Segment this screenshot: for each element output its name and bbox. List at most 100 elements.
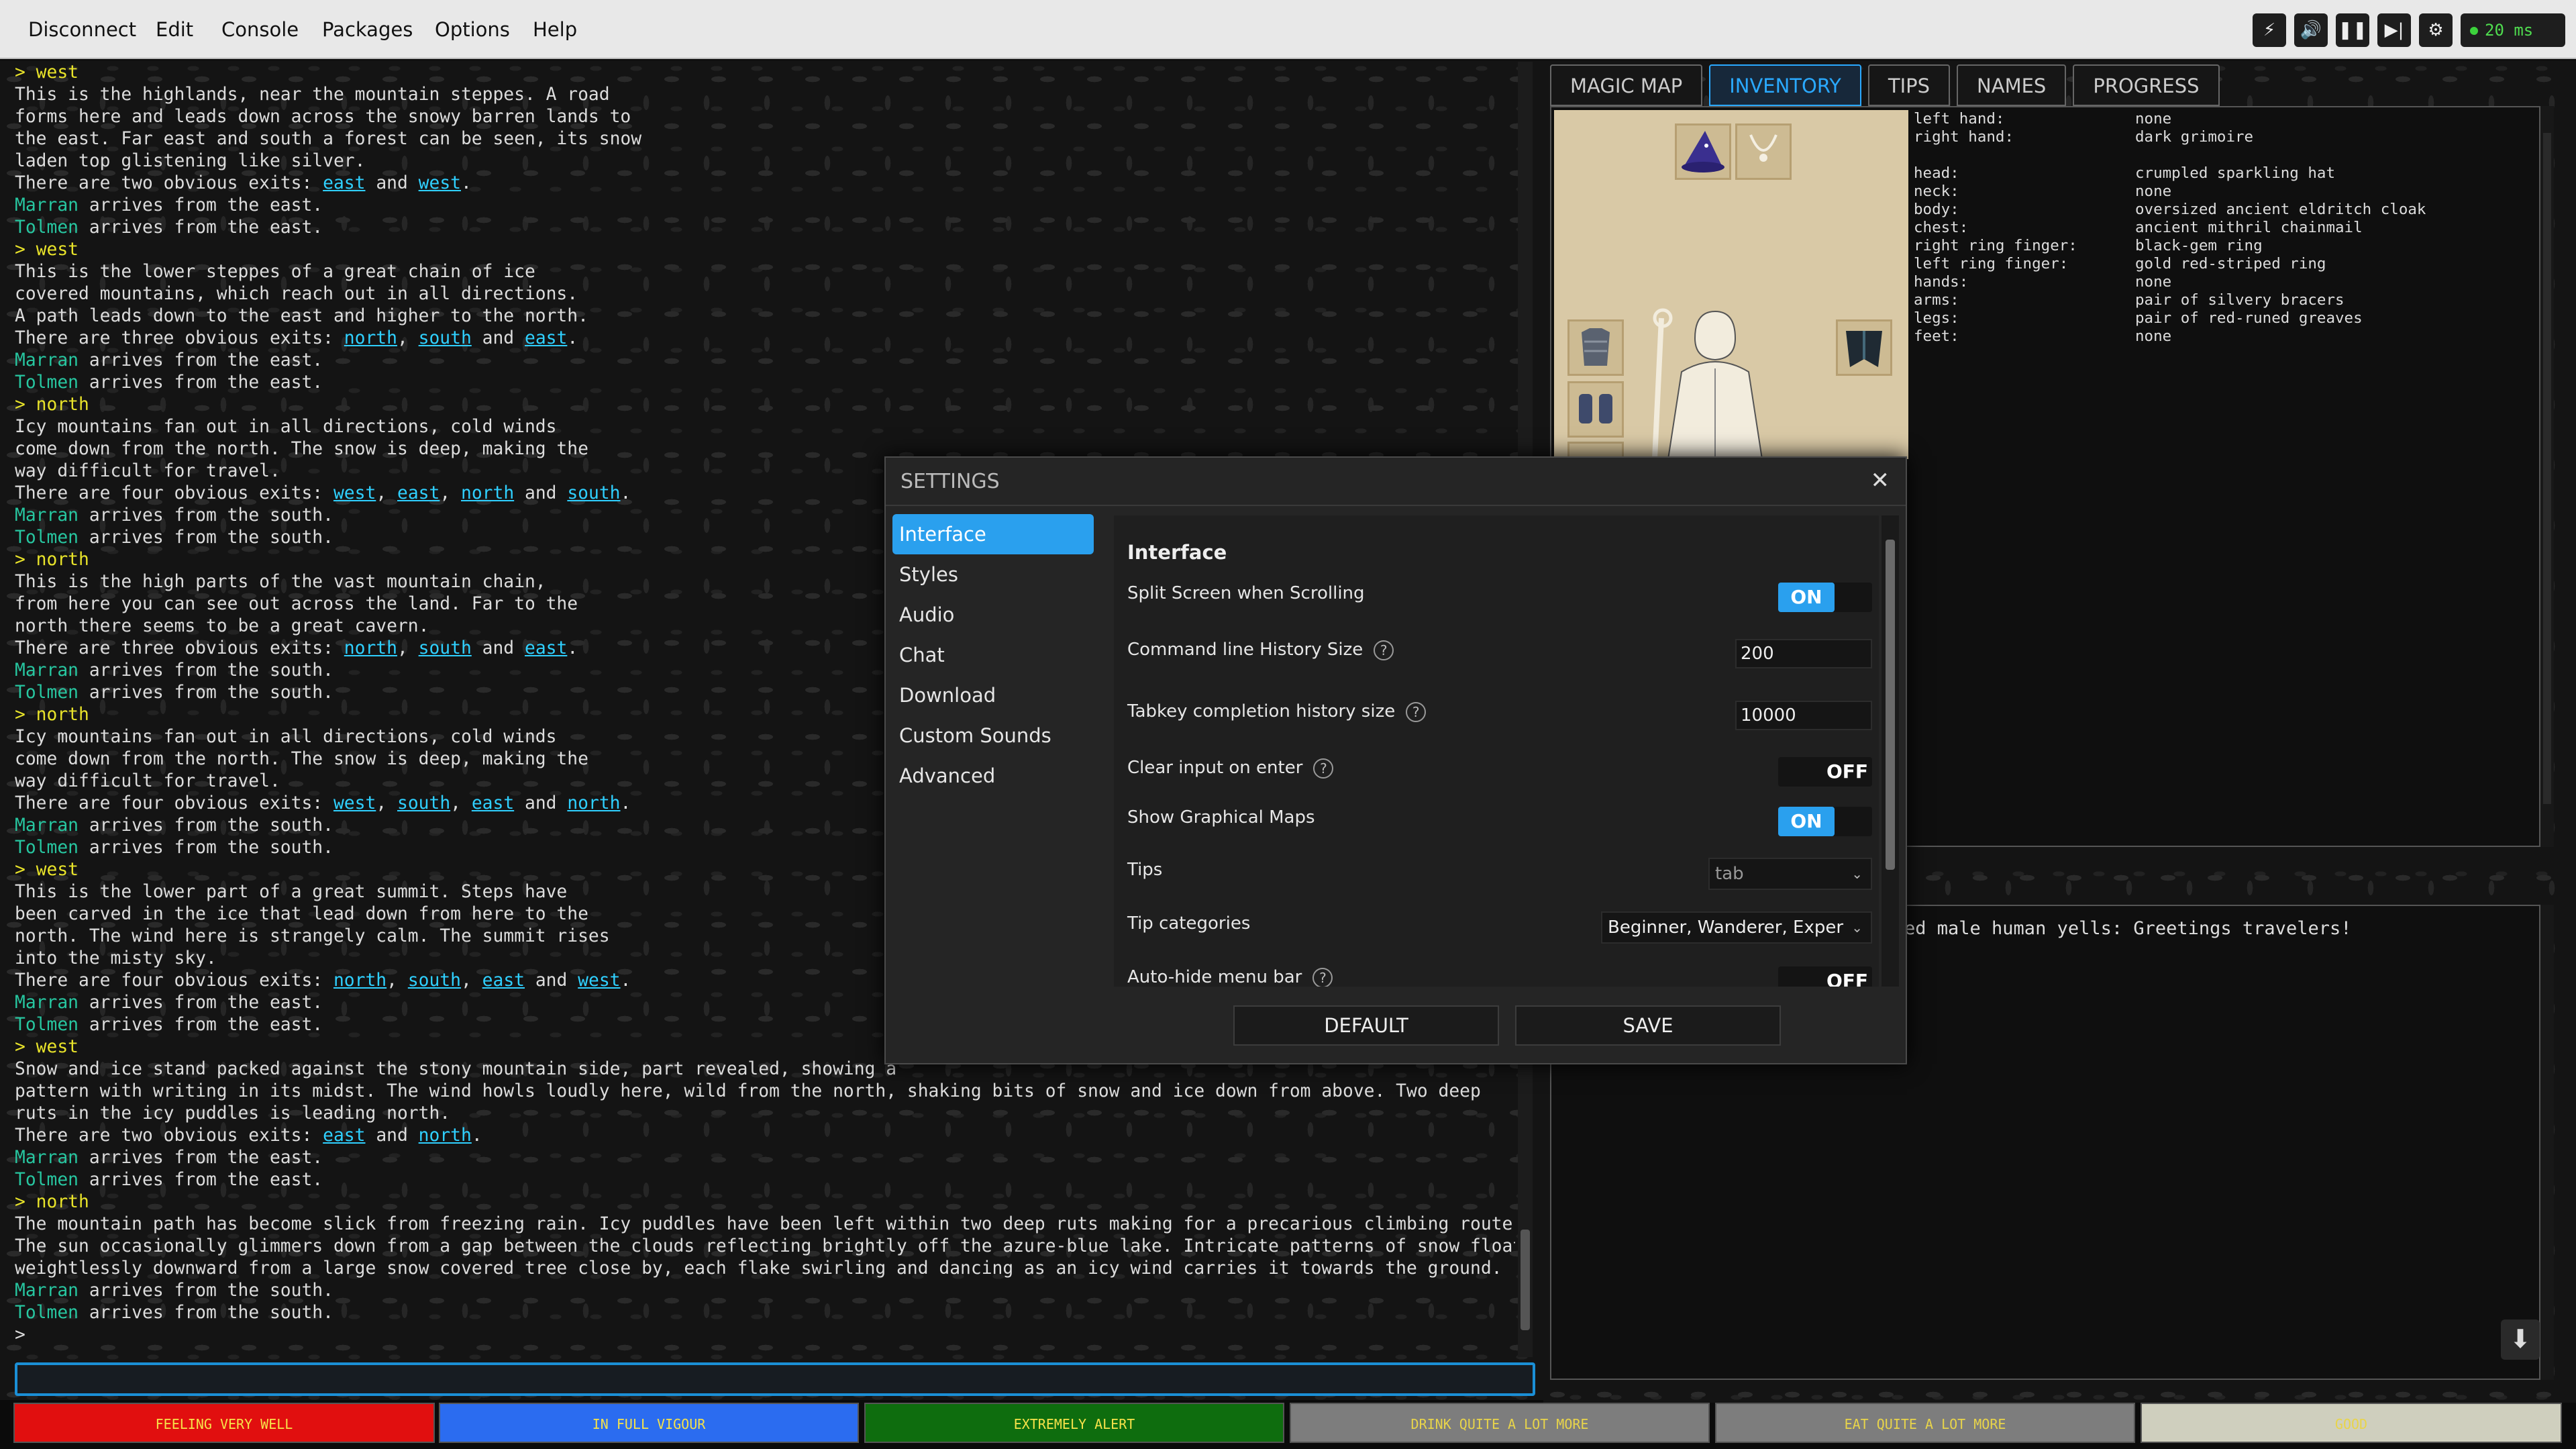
- clear-input-toggle[interactable]: OFF: [1778, 757, 1872, 787]
- tip-categories-select[interactable]: Beginner, Wanderer, Exper ⌄: [1601, 911, 1872, 944]
- exit-link[interactable]: north: [567, 793, 620, 813]
- equipment-row: neck: none: [1914, 183, 2426, 201]
- player-name[interactable]: Tolmen: [15, 528, 79, 548]
- menu-disconnect[interactable]: Disconnect: [28, 0, 136, 59]
- neck-slot[interactable]: [1735, 123, 1792, 180]
- player-name[interactable]: Marran: [15, 1281, 79, 1301]
- chest-slot[interactable]: [1567, 319, 1624, 376]
- scrollbar-thumb[interactable]: [1886, 540, 1895, 870]
- arms-slot[interactable]: [1567, 381, 1624, 438]
- menu-edit[interactable]: Edit: [156, 0, 193, 59]
- player-name[interactable]: Marran: [15, 505, 79, 526]
- pause-icon[interactable]: ❚❚: [2336, 13, 2369, 47]
- inventory-scrollbar[interactable]: [2540, 106, 2554, 847]
- setting-label: Tabkey completion history size?: [1127, 691, 1427, 732]
- output-text: arrives from the east.: [79, 217, 323, 238]
- tips-select[interactable]: tab ⌄: [1708, 858, 1872, 890]
- close-icon[interactable]: ✕: [1871, 467, 1890, 494]
- save-button[interactable]: SAVE: [1515, 1005, 1781, 1046]
- exit-link[interactable]: west: [333, 793, 376, 813]
- player-name[interactable]: Tolmen: [15, 1015, 79, 1035]
- exit-link[interactable]: east: [472, 793, 514, 813]
- toggle-state: ON: [1778, 583, 1835, 612]
- category-advanced[interactable]: Advanced: [892, 756, 1094, 796]
- equipment-item: none: [2135, 328, 2172, 345]
- command-input[interactable]: [15, 1362, 1535, 1396]
- exit-link[interactable]: south: [397, 793, 450, 813]
- category-download[interactable]: Download: [892, 675, 1094, 715]
- player-name[interactable]: Marran: [15, 350, 79, 370]
- category-styles[interactable]: Styles: [892, 554, 1094, 595]
- exit-link[interactable]: south: [567, 483, 620, 503]
- player-name[interactable]: Tolmen: [15, 372, 79, 393]
- exit-link[interactable]: east: [525, 328, 567, 348]
- category-interface[interactable]: Interface: [892, 514, 1094, 554]
- help-icon[interactable]: ?: [1313, 758, 1334, 779]
- tab-magic-map[interactable]: MAGIC MAP: [1550, 64, 1703, 106]
- equipment-slot-label: left hand:: [1914, 110, 2005, 128]
- exit-link[interactable]: south: [419, 328, 472, 348]
- player-name[interactable]: Marran: [15, 195, 79, 215]
- player-name[interactable]: Tolmen: [15, 838, 79, 858]
- head-slot[interactable]: [1675, 123, 1731, 180]
- help-icon[interactable]: ?: [1406, 701, 1427, 722]
- exit-link[interactable]: west: [333, 483, 376, 503]
- help-icon[interactable]: ?: [1374, 640, 1394, 660]
- tabkey-history-field[interactable]: 10000: [1735, 701, 1872, 730]
- output-line: > north: [15, 1191, 1515, 1213]
- exit-link[interactable]: east: [397, 483, 440, 503]
- scrollbar-thumb[interactable]: [1521, 1230, 1530, 1330]
- category-chat[interactable]: Chat: [892, 635, 1094, 675]
- player-name[interactable]: Tolmen: [15, 683, 79, 703]
- exit-link[interactable]: east: [323, 1126, 365, 1146]
- player-name[interactable]: Marran: [15, 815, 79, 836]
- player-name[interactable]: Marran: [15, 993, 79, 1013]
- exit-link[interactable]: north: [419, 1126, 472, 1146]
- player-name[interactable]: Marran: [15, 660, 79, 681]
- player-name[interactable]: Tolmen: [15, 1170, 79, 1190]
- output-line: Icy mountains fan out in all directions,…: [15, 416, 1515, 438]
- menu-help[interactable]: Help: [533, 0, 577, 59]
- player-name[interactable]: Marran: [15, 1148, 79, 1168]
- exit-link[interactable]: east: [525, 638, 567, 658]
- tab-inventory[interactable]: INVENTORY: [1709, 64, 1861, 106]
- output-text: way difficult for travel.: [15, 461, 280, 481]
- exit-link[interactable]: north: [333, 970, 387, 991]
- history-size-field[interactable]: 200: [1735, 639, 1872, 668]
- speaker-icon[interactable]: 🔊: [2294, 13, 2328, 47]
- category-audio[interactable]: Audio: [892, 595, 1094, 635]
- exit-link[interactable]: east: [323, 173, 365, 193]
- cloak-slot[interactable]: [1836, 319, 1892, 376]
- scrollbar-thumb[interactable]: [2543, 133, 2551, 804]
- exit-link[interactable]: north: [344, 638, 397, 658]
- gear-icon[interactable]: ⚙: [2419, 13, 2453, 47]
- exit-link[interactable]: south: [419, 638, 472, 658]
- exit-link[interactable]: south: [408, 970, 461, 991]
- setting-label-text: Auto-hide menu bar: [1127, 967, 1302, 987]
- exit-link[interactable]: west: [419, 173, 461, 193]
- exit-link[interactable]: north: [344, 328, 397, 348]
- category-custom-sounds[interactable]: Custom Sounds: [892, 715, 1094, 756]
- player-name[interactable]: Tolmen: [15, 217, 79, 238]
- split-screen-toggle[interactable]: ON: [1778, 583, 1872, 612]
- settings-scrollbar[interactable]: [1882, 515, 1899, 987]
- menu-packages[interactable]: Packages: [322, 0, 413, 59]
- graphical-maps-toggle[interactable]: ON: [1778, 807, 1872, 836]
- chat-scrollbar[interactable]: [2540, 905, 2554, 1380]
- exit-link[interactable]: east: [482, 970, 525, 991]
- help-icon[interactable]: ?: [1312, 967, 1333, 987]
- tab-tips[interactable]: TIPS: [1867, 64, 1951, 106]
- tab-progress[interactable]: PROGRESS: [2073, 64, 2220, 106]
- tab-names[interactable]: NAMES: [1957, 64, 2067, 106]
- default-button[interactable]: DEFAULT: [1233, 1005, 1499, 1046]
- exit-link[interactable]: west: [578, 970, 620, 991]
- lightning-icon[interactable]: ⚡: [2253, 13, 2286, 47]
- menu-console[interactable]: Console: [221, 0, 299, 59]
- output-line: weightlessly downward from a large snow …: [15, 1258, 1515, 1280]
- auto-hide-menu-toggle[interactable]: OFF: [1778, 966, 1872, 987]
- exit-link[interactable]: north: [461, 483, 514, 503]
- skip-icon[interactable]: ▶|: [2377, 13, 2411, 47]
- scroll-down-icon[interactable]: ⬇: [2501, 1319, 2540, 1360]
- menu-options[interactable]: Options: [435, 0, 510, 59]
- player-name[interactable]: Tolmen: [15, 1303, 79, 1323]
